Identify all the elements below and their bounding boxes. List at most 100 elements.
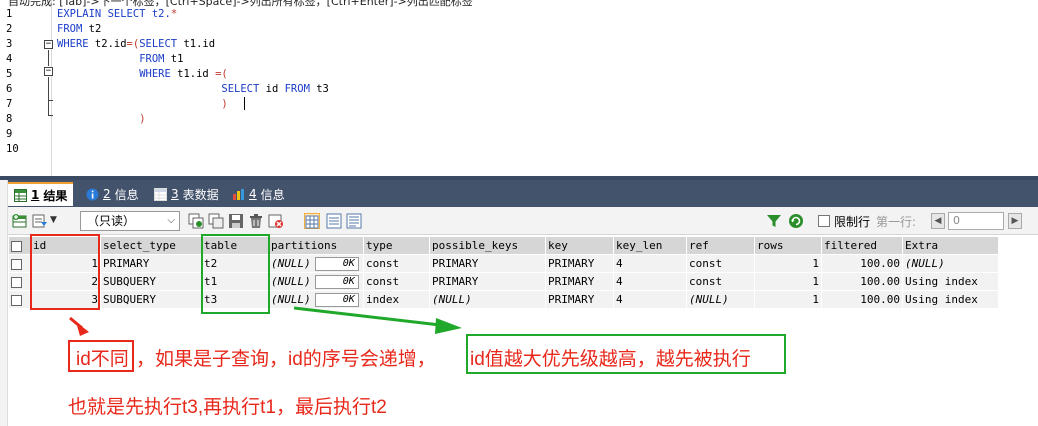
cell-key-len[interactable]: 4 [613, 290, 687, 309]
select-all-checkbox[interactable] [11, 240, 22, 252]
code-line[interactable]: EXPLAIN SELECT t2.* [57, 8, 177, 20]
table-row[interactable]: 1 PRIMARY t2 (NULL) 0K const PRIMARY PRIM… [8, 254, 999, 273]
line-number: 4 [6, 53, 13, 65]
column-header-possible-keys[interactable]: possible_keys [429, 236, 546, 255]
column-header-type[interactable]: type [363, 236, 430, 255]
previous-page-button[interactable]: ◀ [931, 213, 945, 229]
cell-partitions[interactable]: (NULL) 0K [268, 290, 364, 309]
sql-identifier: t3 [309, 83, 329, 95]
column-header-key-len[interactable]: key_len [613, 236, 687, 255]
cell-possible-keys[interactable]: (NULL) [429, 290, 546, 309]
cell-key[interactable]: PRIMARY [545, 254, 614, 273]
form-view-icon[interactable] [326, 213, 342, 229]
readonly-select[interactable]: （只读） ⌵ [80, 211, 180, 231]
cell-key-len[interactable]: 4 [613, 254, 687, 273]
cell-possible-keys[interactable]: PRIMARY [429, 254, 546, 273]
cell-ref[interactable]: const [686, 272, 755, 291]
chart-info-icon [232, 188, 245, 201]
cell-select-type[interactable]: SUBQUERY [100, 272, 202, 291]
column-header-extra[interactable]: Extra [902, 236, 999, 255]
cell-select-type[interactable]: PRIMARY [100, 254, 202, 273]
cell-extra[interactable]: (NULL) [902, 254, 999, 273]
row-checkbox[interactable] [11, 294, 22, 306]
fold-toggle-icon[interactable]: − [44, 67, 53, 76]
column-header-ref[interactable]: ref [686, 236, 755, 255]
row-select-cell[interactable] [8, 254, 31, 273]
sql-identifier: t1.id [177, 38, 216, 50]
code-line[interactable]: SELECT id FROM t3 [57, 83, 329, 95]
cell-rows[interactable]: 1 [754, 272, 822, 291]
column-header-select-type[interactable]: select_type [100, 236, 202, 255]
sql-punctuation: * [170, 8, 178, 20]
tab-number: 1 [31, 188, 40, 202]
column-header-key[interactable]: key [545, 236, 614, 255]
tab-results[interactable]: 1 结果 [8, 182, 74, 206]
tab-info[interactable]: 2 信息 [80, 182, 145, 206]
sql-identifier: t1 [164, 53, 184, 65]
cell-partitions[interactable]: (NULL) 0K [268, 254, 364, 273]
cell-rows[interactable]: 1 [754, 290, 822, 309]
cell-filtered[interactable]: 100.00 [821, 290, 903, 309]
column-header-partitions[interactable]: partitions [268, 236, 364, 255]
row-checkbox[interactable] [11, 276, 22, 288]
code-line[interactable]: ) [57, 113, 146, 125]
copy-row-icon[interactable] [188, 213, 204, 229]
code-line[interactable]: WHERE t1.id =( [57, 68, 228, 80]
limit-rows-checkbox[interactable] [818, 215, 830, 227]
code-line[interactable]: FROM t2 [57, 23, 101, 35]
cell-filtered[interactable]: 100.00 [821, 272, 903, 291]
code-line[interactable]: FROM t1 [57, 53, 183, 65]
table-row[interactable]: 2 SUBQUERY t1 (NULL) 0K const PRIMARY PRI… [8, 272, 999, 291]
fold-toggle-icon[interactable]: − [44, 40, 53, 49]
select-all-cell[interactable] [8, 236, 31, 255]
column-header-filtered[interactable]: filtered [821, 236, 903, 255]
sql-editor[interactable]: 1 2 3 4 5 6 7 8 9 10 自动完成: [Tab]->下一个标签，[Ctrl+Spa… [0, 0, 1038, 176]
null-value: (NULL) [271, 292, 311, 306]
cell-key[interactable]: PRIMARY [545, 272, 614, 291]
cell-filtered[interactable]: 100.00 [821, 254, 903, 273]
cell-type[interactable]: const [363, 254, 430, 273]
duplicate-icon[interactable] [208, 213, 224, 229]
tab-info-2[interactable]: 4 信息 [226, 182, 291, 206]
code-line[interactable]: WHERE t2.id=(SELECT t1.id [57, 38, 215, 50]
row-select-cell[interactable] [8, 290, 31, 309]
cell-partitions[interactable]: (NULL) 0K [268, 272, 364, 291]
code-line[interactable]: ) [57, 98, 227, 110]
refresh-icon[interactable] [788, 213, 804, 229]
grid-view-icon[interactable] [304, 213, 320, 229]
row-checkbox[interactable] [11, 258, 22, 270]
delete-icon[interactable] [248, 213, 264, 229]
tab-number: 2 [103, 187, 111, 201]
cell-ref[interactable]: const [686, 254, 755, 273]
cell-extra[interactable]: Using index [902, 272, 999, 291]
cell-select-type[interactable]: SUBQUERY [100, 290, 202, 309]
save-icon[interactable] [228, 213, 244, 229]
cancel-changes-icon[interactable] [268, 213, 284, 229]
chevron-down-icon[interactable]: ▼ [50, 215, 60, 231]
sql-identifier: t2.id [88, 38, 127, 50]
add-row-icon[interactable] [12, 213, 28, 229]
first-row-input[interactable]: 0 [948, 212, 1004, 230]
cell-type[interactable]: const [363, 272, 430, 291]
cell-extra[interactable]: Using index [902, 290, 999, 309]
cell-type[interactable]: index [363, 290, 430, 309]
next-page-button[interactable]: ▶ [1008, 213, 1022, 229]
cell-possible-keys[interactable]: PRIMARY [429, 272, 546, 291]
filter-icon[interactable] [766, 213, 782, 229]
sql-keyword: WHERE [57, 38, 89, 50]
table-header-row: id select_type table partitions type pos… [8, 236, 999, 255]
column-header-rows[interactable]: rows [754, 236, 822, 255]
cell-ref[interactable]: (NULL) [686, 290, 755, 309]
text-view-icon[interactable] [346, 213, 362, 229]
sql-punctuation: =( [215, 68, 228, 80]
cell-rows[interactable]: 1 [754, 254, 822, 273]
null-value: (NULL) [271, 256, 311, 270]
tab-table-data[interactable]: 3 表数据 [148, 182, 225, 206]
export-icon[interactable] [32, 213, 48, 229]
cell-key-len[interactable]: 4 [613, 272, 687, 291]
sql-punctuation: ) [139, 113, 146, 125]
table-row[interactable]: 3 SUBQUERY t3 (NULL) 0K index (NULL) PRIM… [8, 290, 999, 309]
row-select-cell[interactable] [8, 272, 31, 291]
tab-label: 表数据 [182, 187, 219, 202]
cell-key[interactable]: PRIMARY [545, 290, 614, 309]
